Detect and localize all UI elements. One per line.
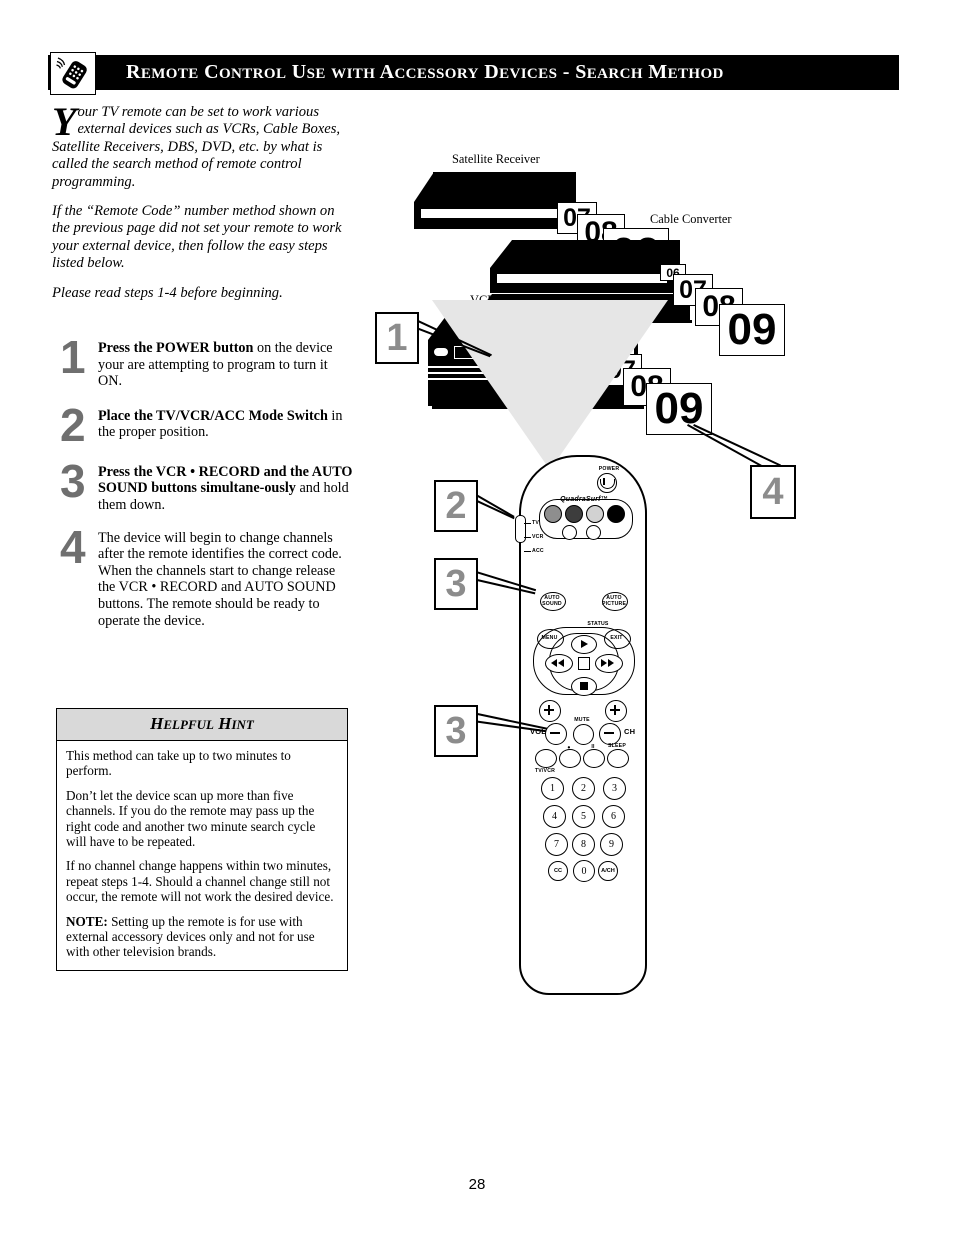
hint-paragraph-1: This method can take up to two minutes t… xyxy=(66,748,291,779)
callout-3a: 3 xyxy=(434,558,478,610)
keypad-button-9[interactable]: 9 xyxy=(600,833,623,856)
step-item-4: 4 The device will begin to change channe… xyxy=(52,524,354,630)
keypad-button-ach[interactable]: A/CH xyxy=(598,861,618,881)
remote-power-label: POWER xyxy=(598,466,620,472)
step-item-3: 3 Press the VCR • RECORD and the AUTO SO… xyxy=(52,458,354,514)
center-select-button[interactable] xyxy=(578,657,590,670)
helpful-hint-heading: HELPFUL HINT xyxy=(57,709,347,741)
tv-vcr-label: TV/VCR xyxy=(534,768,556,774)
mute-label: MUTE xyxy=(574,717,590,723)
step-item-2: 2 Place the TV/VCR/ACC Mode Switch in th… xyxy=(52,402,354,452)
rewind-icon-a xyxy=(551,659,557,667)
volume-down-button[interactable] xyxy=(545,723,567,745)
mode-switch-label-vcr: VCR xyxy=(532,534,544,540)
satellite-front-slot xyxy=(420,208,570,219)
step-item-1: 1 Press the POWER button on the device y… xyxy=(52,334,354,390)
step-bold-2: Place the TV/VCR/ACC Mode Switch xyxy=(98,407,328,424)
fast-forward-button[interactable] xyxy=(595,654,623,673)
step-number-3: 3 xyxy=(60,454,86,507)
mode-switch-label-tv: TV xyxy=(532,520,540,526)
step-text-4: The device will begin to change channels… xyxy=(98,529,342,629)
step-number-1: 1 xyxy=(60,331,86,383)
keypad-button-5[interactable]: 5 xyxy=(572,805,595,828)
quadrasurf-button-2[interactable] xyxy=(565,505,583,523)
rewind-icon-b xyxy=(558,659,564,667)
label-satellite-receiver: Satellite Receiver xyxy=(452,152,540,166)
step-number-2: 2 xyxy=(60,398,86,451)
play-button[interactable] xyxy=(571,635,597,654)
quadrasurf-button-4[interactable] xyxy=(607,505,625,523)
keypad-button-8[interactable]: 8 xyxy=(572,833,595,856)
keypad-button-cc[interactable]: CC xyxy=(548,861,568,881)
channel-chip-cable-09: 09 xyxy=(719,304,785,356)
channel-label: CH xyxy=(624,727,636,736)
intro-paragraph-2: If the “Remote Code” number method shown… xyxy=(52,203,342,272)
mode-switch[interactable] xyxy=(515,515,526,543)
steps-list: 1 Press the POWER button on the device y… xyxy=(52,334,354,641)
keypad-button-4[interactable]: 4 xyxy=(543,805,566,828)
sleep-button[interactable] xyxy=(607,749,629,768)
channel-down-button[interactable] xyxy=(599,723,621,745)
quadrasurf-button-1[interactable] xyxy=(544,505,562,523)
quadrasurf-face-button-1[interactable] xyxy=(562,525,577,540)
quadrasurf-face-button-2[interactable] xyxy=(586,525,601,540)
callout-1: 1 xyxy=(375,312,419,364)
stop-icon xyxy=(580,682,588,690)
auto-sound-label-2: SOUND xyxy=(542,601,562,607)
volume-up-button[interactable] xyxy=(539,700,561,722)
helpful-hint-body: This method can take up to two minutes t… xyxy=(57,741,347,970)
hint-paragraph-3: If no channel change happens within two … xyxy=(66,858,334,905)
callout-4: 4 xyxy=(750,465,796,519)
hint-note-label: NOTE: xyxy=(66,913,108,929)
step-text-1: Press the POWER button on the device you… xyxy=(98,340,354,390)
intro-column: Your TV remote can be set to work variou… xyxy=(52,99,352,314)
rewind-button[interactable] xyxy=(545,654,573,673)
diagram-shadow xyxy=(432,300,668,470)
mode-switch-label-acc: ACC xyxy=(532,548,544,554)
label-cable-converter: Cable Converter xyxy=(650,212,732,226)
step-text-3: Press the VCR • RECORD and the AUTO SOUN… xyxy=(98,464,354,514)
keypad-button-1[interactable]: 1 xyxy=(541,777,564,800)
hint-paragraph-2: Don’t let the device scan up more than f… xyxy=(66,787,316,850)
auto-picture-label-2: PICTURE xyxy=(602,601,627,607)
callout-2: 2 xyxy=(434,480,478,532)
step-number-4: 4 xyxy=(60,520,86,573)
pause-button[interactable] xyxy=(583,749,605,768)
helpful-hint-box: HELPFUL HINT This method can take up to … xyxy=(56,708,348,971)
intro-paragraph-1-text: our TV remote can be set to work various… xyxy=(52,104,341,190)
step-text-2: Place the TV/VCR/ACC Mode Switch in the … xyxy=(98,408,354,441)
drop-cap: Y xyxy=(52,99,77,144)
keypad-button-0[interactable]: 0 xyxy=(573,860,595,882)
channel-up-button[interactable] xyxy=(605,700,627,722)
hint-note: NOTE: Setting up the remote is for use w… xyxy=(66,914,338,960)
stop-button[interactable] xyxy=(571,677,597,696)
step-bold-1: Press the POWER button xyxy=(98,340,254,356)
keypad-button-3[interactable]: 3 xyxy=(603,777,626,800)
intro-paragraph-1: Your TV remote can be set to work variou… xyxy=(52,99,352,191)
fast-forward-icon-a xyxy=(601,659,607,667)
keypad-button-2[interactable]: 2 xyxy=(572,777,595,800)
page-title: REMOTE CONTROL USE WITH ACCESSORY DEVICE… xyxy=(126,61,724,83)
keypad-button-7[interactable]: 7 xyxy=(545,833,568,856)
quadrasurf-button-3[interactable] xyxy=(586,505,604,523)
intro-paragraph-3: Please read steps 1-4 before beginning. xyxy=(52,284,283,301)
fast-forward-icon-b xyxy=(608,659,614,667)
page-number: 28 xyxy=(468,1176,486,1193)
tv-vcr-button[interactable] xyxy=(535,749,557,768)
callout-3b: 3 xyxy=(434,705,478,757)
mute-button[interactable] xyxy=(573,724,594,745)
play-icon xyxy=(581,640,588,648)
record-button[interactable] xyxy=(559,749,581,768)
remote-control-icon xyxy=(50,52,96,95)
keypad-button-6[interactable]: 6 xyxy=(602,805,625,828)
cable-front-slot xyxy=(496,273,668,284)
